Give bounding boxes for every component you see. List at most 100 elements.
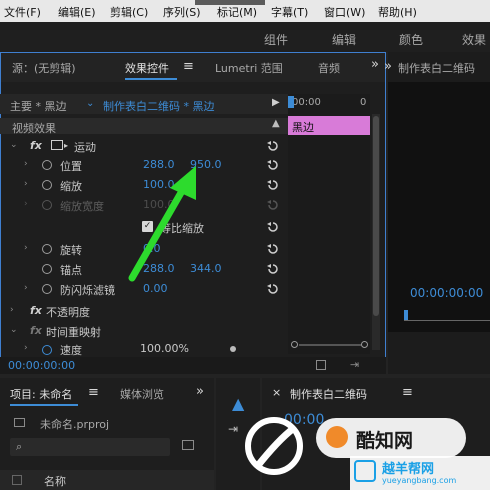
panel-menu-icon[interactable]: ≡	[88, 385, 99, 400]
chevron-down-icon[interactable]: ⌄	[86, 98, 94, 109]
chevron-right-icon[interactable]: ›	[24, 159, 28, 169]
workspace-tab-color[interactable]: 颜色	[399, 31, 423, 48]
scrollbar-thumb[interactable]	[373, 116, 379, 316]
menu-clip[interactable]: 剪辑(C)	[110, 4, 148, 20]
program-ruler[interactable]	[404, 310, 490, 322]
clip-label: 黑边	[292, 121, 314, 134]
program-timecode[interactable]: 00:00:00:00	[410, 286, 483, 300]
chevron-right-icon[interactable]: ›	[24, 179, 28, 189]
reset-icon[interactable]	[266, 263, 280, 275]
tab-effect-controls[interactable]: 效果控件	[125, 60, 169, 76]
effect-controls-footer: 00:00:00:00 ⇥	[0, 357, 386, 374]
scroll-handle-left-icon[interactable]	[291, 341, 298, 348]
vertical-scrollbar[interactable]	[372, 114, 380, 350]
workspace-tab-editing[interactable]: 编辑	[332, 31, 356, 48]
scroll-track	[299, 344, 361, 346]
stopwatch-icon[interactable]	[42, 244, 52, 254]
clip-bar[interactable]: 黑边	[288, 116, 370, 135]
time-remap-label: 时间重映射	[46, 326, 101, 339]
reset-icon[interactable]	[266, 283, 280, 295]
watermark-circle-icon	[326, 426, 348, 448]
chevron-down-icon[interactable]: ⌄	[10, 325, 18, 335]
mini-timeline: 00:00 0 黑边	[288, 94, 370, 354]
program-monitor-title[interactable]: 制作表白二维码	[398, 60, 475, 76]
stopwatch-icon[interactable]	[42, 160, 52, 170]
fx-icon: fx	[30, 139, 42, 152]
sequence-clip-label[interactable]: 制作表白二维码 * 黑边	[103, 98, 215, 114]
select-all-checkbox[interactable]	[12, 475, 22, 485]
chevron-right-icon[interactable]: ›	[24, 283, 28, 293]
site-name-cn: 越羊帮网	[382, 462, 435, 477]
reset-icon[interactable]	[266, 159, 280, 171]
chevron-down-icon[interactable]: ⌄	[10, 140, 18, 150]
selection-tool-icon[interactable]: ▲	[232, 394, 244, 413]
tab-source[interactable]: 源：(无剪辑)	[12, 60, 76, 76]
timecode-display[interactable]: 00:00:00:00	[8, 359, 75, 372]
clip-selector-row: 主要 * 黑边 ⌄ 制作表白二维码 * 黑边 ▶	[0, 94, 288, 114]
master-clip-label[interactable]: 主要 * 黑边	[10, 98, 67, 114]
menu-sequence[interactable]: 序列(S)	[163, 4, 201, 20]
menu-window[interactable]: 窗口(W)	[324, 4, 365, 20]
watermark-badge: 酷知网	[316, 418, 466, 458]
menu-help[interactable]: 帮助(H)	[378, 4, 417, 20]
stopwatch-icon[interactable]	[42, 264, 52, 274]
track-select-icon[interactable]: ⇥	[228, 422, 238, 436]
project-list-header: 名称	[0, 470, 214, 490]
reset-icon[interactable]	[266, 221, 280, 233]
transform-icon[interactable]	[51, 140, 63, 150]
chevron-right-icon[interactable]: ›	[24, 243, 28, 253]
tab-lumetri-scopes[interactable]: Lumetri 范围	[215, 60, 283, 76]
swoosh-logo-icon	[245, 417, 303, 475]
site-watermark: 越羊帮网 yueyangbang.com	[350, 456, 490, 490]
chevron-right-icon[interactable]: ›	[24, 343, 28, 353]
stopwatch-icon[interactable]	[42, 345, 52, 355]
tab-audio[interactable]: 音频	[318, 60, 340, 76]
scale-width-label: 缩放宽度	[60, 200, 104, 213]
new-bin-icon[interactable]	[182, 440, 194, 450]
workspace-tab-effects[interactable]: 效果	[462, 31, 486, 48]
menu-edit[interactable]: 编辑(E)	[58, 4, 96, 20]
play-triangle-icon[interactable]: ▶	[272, 97, 280, 108]
timeline-sequence-title[interactable]: 制作表白二维码	[290, 386, 367, 402]
more-panels-icon[interactable]: »	[371, 57, 379, 72]
collapse-up-icon[interactable]: ▲	[272, 118, 280, 129]
playhead-icon[interactable]	[404, 310, 408, 320]
timeline-close-icon[interactable]: ×	[272, 386, 281, 399]
speed-row: › 速度 100.00%	[0, 342, 288, 356]
more-panels-icon[interactable]: »	[196, 384, 204, 399]
mini-timeline-scrollbar[interactable]	[291, 341, 369, 349]
playhead-icon[interactable]	[288, 96, 294, 108]
more-panels-icon[interactable]: »	[384, 59, 392, 74]
export-icon[interactable]: ⇥	[350, 358, 359, 371]
stopwatch-icon[interactable]	[42, 284, 52, 294]
menu-title[interactable]: 字幕(T)	[271, 4, 308, 20]
position-label: 位置	[60, 160, 82, 173]
speed-value[interactable]: 100.00%	[140, 342, 189, 355]
tab-project[interactable]: 项目: 未命名	[10, 386, 72, 402]
chevron-right-icon[interactable]: ›	[10, 305, 14, 315]
scale-label: 缩放	[60, 180, 82, 193]
reset-icon[interactable]	[266, 140, 280, 152]
reset-icon	[267, 200, 278, 210]
scroll-handle-right-icon[interactable]	[361, 341, 368, 348]
project-search-input[interactable]: ⌕	[10, 438, 170, 456]
workspace-tab-assembly[interactable]: 组件	[264, 31, 288, 48]
panel-menu-icon[interactable]: ≡	[183, 59, 194, 74]
motion-row[interactable]: ⌄ fx ▸ 运动	[0, 137, 288, 155]
reset-icon[interactable]	[266, 179, 280, 191]
video-effects-label: 视频效果	[12, 122, 56, 135]
keyframe-dot-icon[interactable]	[230, 346, 236, 352]
filter-icon[interactable]	[316, 360, 326, 370]
tab-media-browser[interactable]: 媒体浏览	[120, 386, 164, 402]
name-column-header[interactable]: 名称	[44, 473, 66, 489]
panel-menu-icon[interactable]: ≡	[402, 385, 413, 400]
stopwatch-icon[interactable]	[42, 180, 52, 190]
menu-file[interactable]: 文件(F)	[4, 4, 41, 20]
project-file-name: 未命名.prproj	[40, 418, 110, 431]
reset-icon[interactable]	[266, 243, 280, 255]
project-panel: 项目: 未命名 ≡ 媒体浏览 » 未命名.prproj ⌕ 名称	[0, 378, 214, 490]
time-remap-row[interactable]: ⌄ fx 时间重映射	[0, 322, 288, 340]
menu-marker[interactable]: 标记(M)	[217, 4, 257, 20]
speed-label: 速度	[60, 344, 82, 356]
opacity-row[interactable]: › fx 不透明度	[0, 302, 288, 320]
